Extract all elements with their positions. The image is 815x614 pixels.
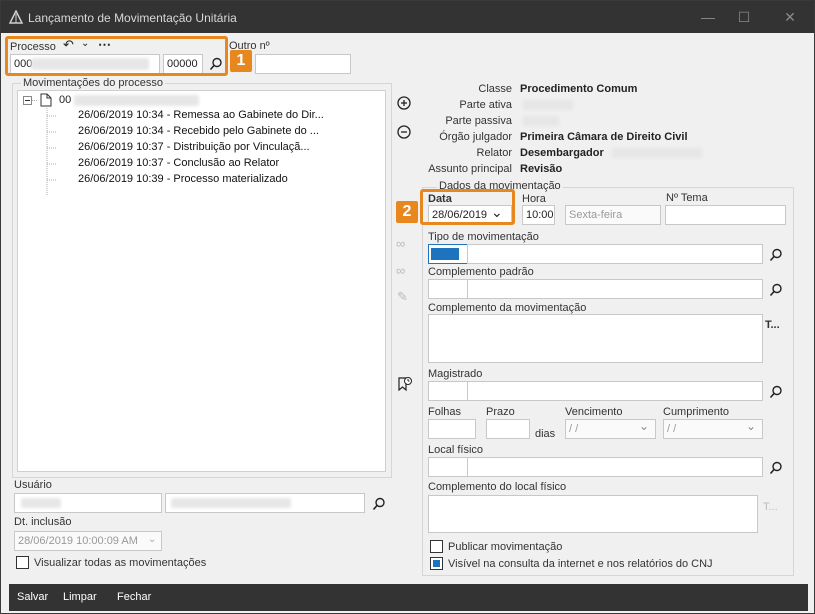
visualizar-label: Visualizar todas as movimentações	[34, 557, 207, 569]
redacted-parte-passiva	[523, 116, 559, 126]
cumprimento-label: Cumprimento	[663, 406, 730, 418]
cumprimento-chevron-down-icon[interactable]: ⌄	[746, 419, 756, 433]
folhas-input[interactable]	[428, 419, 476, 439]
tema-label: Nº Tema	[666, 192, 708, 204]
salvar-button[interactable]: Salvar	[17, 591, 48, 603]
title-bar: Lançamento de Movimentação Unitária — ☐ …	[1, 1, 814, 33]
complemento-local-label: Complemento do local físico	[428, 481, 567, 493]
dt-inclusao-label: Dt. inclusão	[14, 516, 72, 528]
tipo-label: Tipo de movimentação	[428, 231, 539, 243]
tipo-search-icon[interactable]	[769, 248, 783, 262]
folhas-label: Folhas	[428, 406, 462, 418]
publicar-label: Publicar movimentação	[448, 541, 563, 553]
usuario-label: Usuário	[14, 479, 52, 491]
local-label: Local físico	[428, 444, 484, 456]
classe-label: Classe	[478, 83, 512, 95]
outro-input[interactable]	[255, 54, 351, 74]
complemento-padrao-search-icon[interactable]	[769, 283, 783, 297]
redacted-root	[74, 95, 199, 106]
magistrado-search-icon[interactable]	[769, 385, 783, 399]
minimize-button[interactable]: —	[694, 7, 722, 27]
hora-label: Hora	[522, 193, 546, 205]
tema-input[interactable]	[665, 205, 786, 225]
close-button[interactable]: ✕	[776, 7, 804, 27]
magistrado-code-input[interactable]	[428, 381, 468, 401]
window-title: Lançamento de Movimentação Unitária	[28, 11, 237, 25]
unlink-icon: ∞	[396, 263, 406, 278]
visualizar-checkbox[interactable]	[16, 556, 29, 569]
complemento-padrao-label: Complemento padrão	[428, 266, 534, 278]
complemento-mov-label: Complemento da movimentação	[428, 302, 587, 314]
complemento-mov-textarea[interactable]	[428, 314, 763, 363]
orgao-label: Órgão julgador	[439, 131, 512, 143]
highlight-box-2	[420, 189, 515, 225]
redacted-relator	[612, 148, 702, 158]
step-badge-2: 2	[396, 201, 418, 223]
highlight-box-1	[5, 36, 228, 76]
assunto-value: Revisão	[520, 163, 563, 175]
bookmark-clock-icon[interactable]	[397, 376, 413, 392]
tipo-desc-input[interactable]	[467, 244, 763, 264]
vencimento-chevron-down-icon[interactable]: ⌄	[639, 419, 649, 433]
local-search-icon[interactable]	[769, 461, 783, 475]
publicar-checkbox[interactable]	[430, 540, 443, 553]
document-icon	[40, 93, 52, 107]
main-window: Lançamento de Movimentação Unitária — ☐ …	[0, 0, 815, 614]
tree-item[interactable]: 26/06/2019 10:34 - Remessa ao Gabinete d…	[78, 109, 324, 121]
outro-label: Outro nº	[229, 40, 270, 52]
limpar-button[interactable]: Limpar	[63, 591, 97, 603]
redacted-usuario	[21, 498, 61, 508]
redacted-parte-ativa	[523, 100, 573, 110]
complemento-mov-text-button[interactable]: T...	[765, 319, 780, 331]
orgao-value: Primeira Câmara de Direito Civil	[520, 131, 688, 143]
complemento-padrao-code-input[interactable]	[428, 279, 468, 299]
usuario-search-icon[interactable]	[372, 497, 386, 511]
tree-lines	[23, 96, 57, 196]
tree-item[interactable]: 26/06/2019 10:34 - Recebido pelo Gabinet…	[78, 125, 319, 137]
dt-chevron-down-icon: ⌄	[148, 534, 157, 545]
link-icon: ∞	[396, 236, 406, 251]
relator-value: Desembargador	[520, 147, 604, 159]
parte-passiva-label: Parte passiva	[445, 115, 512, 127]
dias-label: dias	[535, 428, 556, 440]
hora-input[interactable]: 10:00	[522, 205, 555, 225]
weekday-display: Sexta-feira	[565, 205, 661, 225]
movimentacoes-tree[interactable]: 00 26/06/2019 10:34 - Remessa ao Gabinet…	[17, 90, 386, 472]
app-logo-icon	[9, 10, 23, 24]
complemento-padrao-desc-input[interactable]	[467, 279, 763, 299]
local-desc-input[interactable]	[467, 457, 763, 477]
local-code-input[interactable]	[428, 457, 468, 477]
visivel-label: Visível na consulta da internet e nos re…	[448, 558, 713, 570]
tree-item[interactable]: 26/06/2019 10:37 - Conclusão ao Relator	[78, 157, 279, 169]
classe-value: Procedimento Comum	[520, 83, 638, 95]
complemento-local-text-button: T...	[763, 501, 778, 513]
tree-root-label: 00	[59, 94, 72, 106]
assunto-label: Assunto principal	[428, 163, 512, 175]
tipo-selection	[431, 248, 459, 260]
movimentacoes-label: Movimentações do processo	[21, 77, 166, 89]
vencimento-label: Vencimento	[565, 406, 623, 418]
relator-label: Relator	[476, 147, 512, 159]
redacted-usuario-name	[171, 498, 291, 508]
step-badge-1: 1	[230, 50, 252, 72]
prazo-input[interactable]	[486, 419, 530, 439]
dt-inclusao-input: 28/06/2019 10:00:09 AM	[14, 531, 162, 551]
tree-item[interactable]: 26/06/2019 10:39 - Processo materializad…	[78, 173, 288, 185]
complemento-local-textarea[interactable]	[428, 495, 758, 533]
parte-ativa-label: Parte ativa	[459, 99, 512, 111]
maximize-button[interactable]: ☐	[730, 7, 758, 27]
tipo-code-input[interactable]	[428, 244, 468, 264]
footer-bar: Salvar Limpar Fechar	[9, 584, 808, 611]
tree-item[interactable]: 26/06/2019 10:37 - Distribuição por Vinc…	[78, 141, 310, 153]
magistrado-desc-input[interactable]	[467, 381, 763, 401]
prazo-label: Prazo	[486, 406, 515, 418]
edit-link-icon: ✎	[397, 289, 408, 304]
fechar-button[interactable]: Fechar	[117, 591, 151, 603]
visivel-checkbox[interactable]	[430, 557, 443, 570]
magistrado-label: Magistrado	[428, 368, 483, 380]
